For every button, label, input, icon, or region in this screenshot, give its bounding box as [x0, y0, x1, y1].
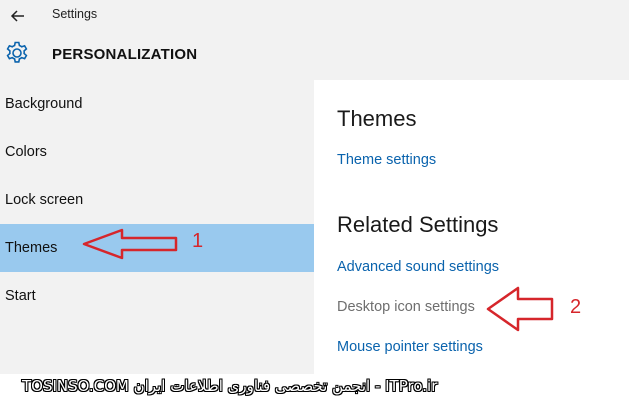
- mouse-pointer-settings-link[interactable]: Mouse pointer settings: [337, 339, 483, 355]
- page-title: PERSONALIZATION: [52, 46, 198, 63]
- title-bar: Settings PERSONALIZATION: [0, 0, 629, 80]
- theme-settings-link[interactable]: Theme settings: [337, 152, 436, 168]
- related-settings-heading: Related Settings: [337, 212, 499, 237]
- sidebar: Background Colors Lock screen Themes Sta…: [0, 80, 314, 374]
- sidebar-item-label: Background: [5, 96, 83, 112]
- themes-heading: Themes: [337, 106, 417, 131]
- desktop-icon-settings-link[interactable]: Desktop icon settings: [337, 299, 475, 315]
- sidebar-item-start[interactable]: Start: [0, 272, 314, 320]
- watermark-text: TOSINSO.COM انجمن تخصصی فناوری اطلاعات ا…: [22, 377, 438, 395]
- sidebar-item-label: Lock screen: [5, 192, 84, 208]
- window-title: Settings: [52, 7, 98, 21]
- sidebar-item-label: Start: [5, 288, 36, 304]
- annotation-marker-2: 2: [570, 296, 582, 318]
- sidebar-item-lock-screen[interactable]: Lock screen: [0, 176, 314, 224]
- advanced-sound-settings-link[interactable]: Advanced sound settings: [337, 259, 499, 275]
- sidebar-item-colors[interactable]: Colors: [0, 128, 314, 176]
- annotation-arrow-1: [82, 228, 178, 260]
- sidebar-item-label: Themes: [5, 240, 58, 256]
- gear-icon: [6, 41, 28, 63]
- sidebar-item-label: Colors: [5, 144, 47, 160]
- sidebar-item-background[interactable]: Background: [0, 80, 314, 128]
- annotation-arrow-2: [486, 286, 554, 332]
- back-arrow-icon[interactable]: [8, 6, 28, 26]
- annotation-marker-1: 1: [192, 230, 204, 252]
- content-pane: Themes Theme settings Related Settings A…: [314, 80, 629, 374]
